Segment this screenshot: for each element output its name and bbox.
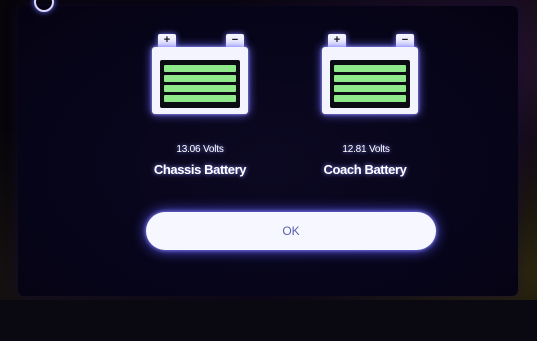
- battery-body: [152, 47, 248, 114]
- ok-button[interactable]: OK: [146, 212, 436, 250]
- charge-bar: [334, 75, 406, 82]
- charge-bar: [164, 95, 236, 102]
- charge-bar: [164, 65, 236, 72]
- device-bottom-edge: [0, 300, 537, 341]
- chassis-voltage-readout: 13.06 Volts: [176, 144, 224, 155]
- chassis-battery-label: Chassis Battery: [153, 162, 247, 177]
- charge-bar: [164, 85, 236, 92]
- positive-terminal-icon: +: [158, 34, 176, 48]
- charge-bar: [334, 65, 406, 72]
- positive-terminal-icon: +: [328, 34, 346, 48]
- coach-voltage-readout: 12.81 Volts: [342, 144, 390, 155]
- charge-bar: [164, 75, 236, 82]
- charge-level-meter: [330, 60, 410, 108]
- charge-bar: [334, 95, 406, 102]
- battery-body: [322, 47, 418, 114]
- charge-bar: [334, 85, 406, 92]
- charge-level-meter: [160, 60, 240, 108]
- coach-battery-label: Coach Battery: [323, 162, 407, 177]
- negative-terminal-icon: −: [396, 34, 414, 48]
- negative-terminal-icon: −: [226, 34, 244, 48]
